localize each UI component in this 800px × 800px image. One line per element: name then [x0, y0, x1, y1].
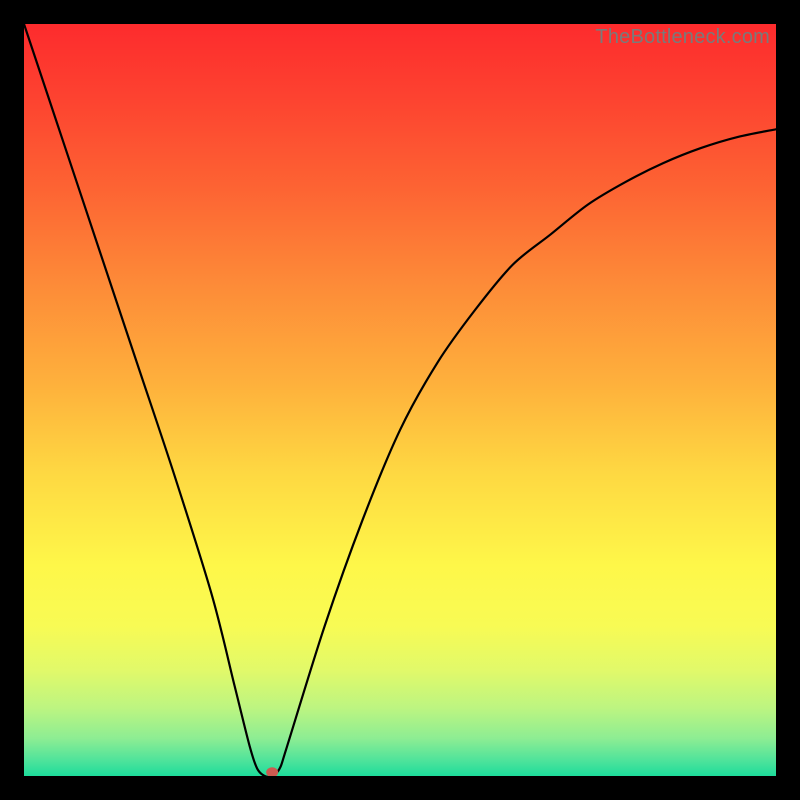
gradient-background	[24, 24, 776, 776]
plot-frame: TheBottleneck.com	[24, 24, 776, 776]
chart-canvas	[24, 24, 776, 776]
